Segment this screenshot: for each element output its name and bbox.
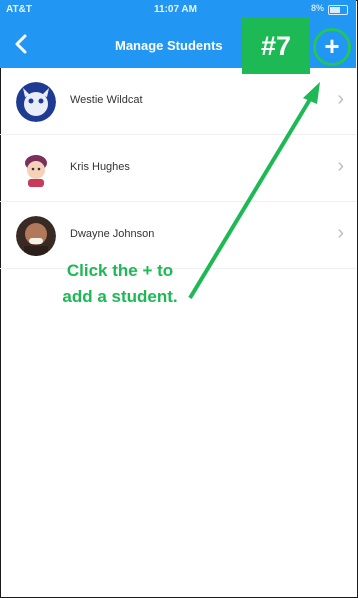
caption-line-1: Click the + to	[66, 261, 174, 280]
plus-icon: +	[324, 31, 340, 61]
chevron-left-icon	[15, 34, 27, 54]
student-row[interactable]: Westie Wildcat ›	[0, 68, 356, 135]
student-list: Westie Wildcat › Kris Hughes › Dwayne Jo…	[0, 68, 356, 269]
student-name: Westie Wildcat	[70, 94, 143, 106]
clock: 11:07 AM	[154, 4, 197, 15]
carrier-label: AT&T	[6, 4, 32, 15]
student-name: Dwayne Johnson	[70, 228, 155, 240]
back-button[interactable]	[10, 32, 34, 56]
cartoon-avatar	[16, 149, 56, 189]
chevron-right-icon: ›	[337, 222, 344, 244]
caption-line-2: add a student.	[62, 287, 178, 306]
step-badge: #7	[242, 18, 310, 74]
battery-icon	[328, 5, 348, 15]
instruction-caption: Click the + to add a student.	[20, 258, 220, 310]
student-row[interactable]: Kris Hughes ›	[0, 135, 356, 202]
add-student-button[interactable]: +	[313, 28, 351, 66]
photo-avatar	[16, 216, 56, 256]
student-name: Kris Hughes	[70, 161, 130, 173]
battery-percent: 8%	[310, 3, 324, 13]
chevron-right-icon: ›	[337, 155, 344, 177]
page-title: Manage Students	[115, 38, 223, 53]
chevron-right-icon: ›	[337, 88, 344, 110]
wildcat-mascot-avatar	[16, 82, 56, 122]
